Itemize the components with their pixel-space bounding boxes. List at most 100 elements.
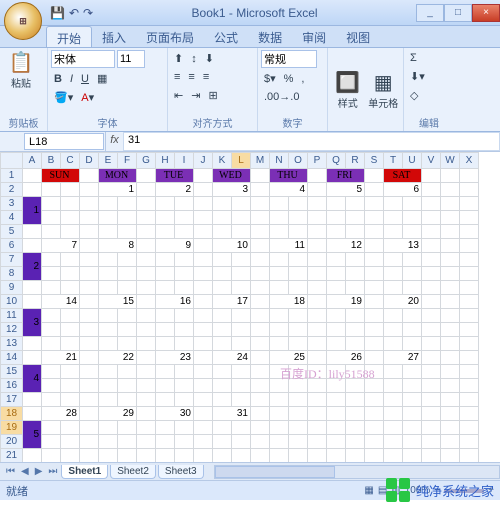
- cell-E19[interactable]: [99, 421, 118, 435]
- cell-A1[interactable]: [23, 169, 42, 183]
- cell-N7[interactable]: [270, 253, 289, 267]
- tab-page-layout[interactable]: 页面布局: [136, 26, 204, 47]
- cell-T3[interactable]: [384, 197, 403, 211]
- cell-W10[interactable]: [441, 295, 460, 309]
- cell-O3[interactable]: [289, 197, 308, 211]
- cell-N18[interactable]: [270, 407, 289, 421]
- cell-O17[interactable]: [289, 393, 308, 407]
- autosum-button[interactable]: Σ: [407, 50, 451, 66]
- cell-D15[interactable]: [80, 365, 99, 379]
- cell-V11[interactable]: [422, 309, 441, 323]
- cell-E10[interactable]: 15: [99, 295, 137, 309]
- cell-R7[interactable]: [346, 253, 365, 267]
- cell-E5[interactable]: [99, 225, 118, 239]
- cell-K20[interactable]: [213, 435, 232, 449]
- cell-W15[interactable]: [441, 365, 460, 379]
- cell-M19[interactable]: [251, 421, 270, 435]
- cell-T14[interactable]: 27: [384, 351, 422, 365]
- cell-Q3[interactable]: [327, 197, 346, 211]
- cell-I13[interactable]: [175, 337, 194, 351]
- align-right-button[interactable]: ≡: [200, 69, 212, 85]
- cell-D11[interactable]: [80, 309, 99, 323]
- cell-E14[interactable]: 22: [99, 351, 137, 365]
- cell-P19[interactable]: [308, 421, 327, 435]
- cell-I21[interactable]: [175, 449, 194, 463]
- cell-Q11[interactable]: [327, 309, 346, 323]
- row-header-9[interactable]: 9: [1, 281, 23, 295]
- cell-M4[interactable]: [251, 211, 270, 225]
- cell-S7[interactable]: [365, 253, 384, 267]
- row-header-11[interactable]: 11: [1, 309, 23, 323]
- cell-S19[interactable]: [365, 421, 384, 435]
- cell-X19[interactable]: [460, 421, 479, 435]
- column-header-H[interactable]: H: [156, 153, 175, 169]
- cell-M8[interactable]: [251, 267, 270, 281]
- cell-J7[interactable]: [194, 253, 213, 267]
- cell-F8[interactable]: [118, 267, 137, 281]
- cell-X4[interactable]: [460, 211, 479, 225]
- cell-N16[interactable]: [270, 379, 289, 393]
- cell-X15[interactable]: [460, 365, 479, 379]
- cell-G17[interactable]: [137, 393, 156, 407]
- percent-button[interactable]: %: [281, 71, 297, 87]
- cell-G21[interactable]: [137, 449, 156, 463]
- cell-Q17[interactable]: [327, 393, 346, 407]
- cell-J14[interactable]: [194, 351, 213, 365]
- cell-P8[interactable]: [308, 267, 327, 281]
- column-header-B[interactable]: B: [42, 153, 61, 169]
- cell-T13[interactable]: [384, 337, 403, 351]
- cell-K16[interactable]: [213, 379, 232, 393]
- row-header-15[interactable]: 15: [1, 365, 23, 379]
- column-header-E[interactable]: E: [99, 153, 118, 169]
- cell-T1[interactable]: SAT: [384, 169, 422, 183]
- column-header-S[interactable]: S: [365, 153, 384, 169]
- cell-A15[interactable]: 4: [23, 365, 42, 393]
- cell-C11[interactable]: [61, 309, 80, 323]
- cell-U8[interactable]: [403, 267, 422, 281]
- close-button[interactable]: ×: [472, 4, 500, 22]
- cell-G4[interactable]: [137, 211, 156, 225]
- cell-U12[interactable]: [403, 323, 422, 337]
- cell-V15[interactable]: [422, 365, 441, 379]
- cell-T16[interactable]: [384, 379, 403, 393]
- cell-R19[interactable]: [346, 421, 365, 435]
- cell-C19[interactable]: [61, 421, 80, 435]
- cell-C12[interactable]: [61, 323, 80, 337]
- cell-R11[interactable]: [346, 309, 365, 323]
- cell-W1[interactable]: [441, 169, 460, 183]
- cell-A19[interactable]: 5: [23, 421, 42, 449]
- indent-dec-button[interactable]: ⇤: [171, 87, 186, 104]
- cell-I11[interactable]: [175, 309, 194, 323]
- cell-K11[interactable]: [213, 309, 232, 323]
- cell-S20[interactable]: [365, 435, 384, 449]
- cell-U7[interactable]: [403, 253, 422, 267]
- cell-X17[interactable]: [460, 393, 479, 407]
- cell-X9[interactable]: [460, 281, 479, 295]
- cell-V3[interactable]: [422, 197, 441, 211]
- cell-Q10[interactable]: 19: [327, 295, 365, 309]
- cell-E20[interactable]: [99, 435, 118, 449]
- cell-S2[interactable]: [365, 183, 384, 197]
- italic-button[interactable]: I: [67, 71, 76, 87]
- cell-D19[interactable]: [80, 421, 99, 435]
- cell-S13[interactable]: [365, 337, 384, 351]
- cell-B16[interactable]: [42, 379, 61, 393]
- cell-W16[interactable]: [441, 379, 460, 393]
- cell-T5[interactable]: [384, 225, 403, 239]
- row-header-5[interactable]: 5: [1, 225, 23, 239]
- cell-C4[interactable]: [61, 211, 80, 225]
- align-bot-button[interactable]: ⬇: [202, 50, 217, 67]
- cell-Q14[interactable]: 26: [327, 351, 365, 365]
- cell-S1[interactable]: [365, 169, 384, 183]
- cell-X5[interactable]: [460, 225, 479, 239]
- cell-X21[interactable]: [460, 449, 479, 463]
- cell-X10[interactable]: [460, 295, 479, 309]
- cell-R13[interactable]: [346, 337, 365, 351]
- cell-R3[interactable]: [346, 197, 365, 211]
- cell-V6[interactable]: [422, 239, 441, 253]
- cell-G19[interactable]: [137, 421, 156, 435]
- cell-I8[interactable]: [175, 267, 194, 281]
- column-header-C[interactable]: C: [61, 153, 80, 169]
- cell-W5[interactable]: [441, 225, 460, 239]
- cell-T12[interactable]: [384, 323, 403, 337]
